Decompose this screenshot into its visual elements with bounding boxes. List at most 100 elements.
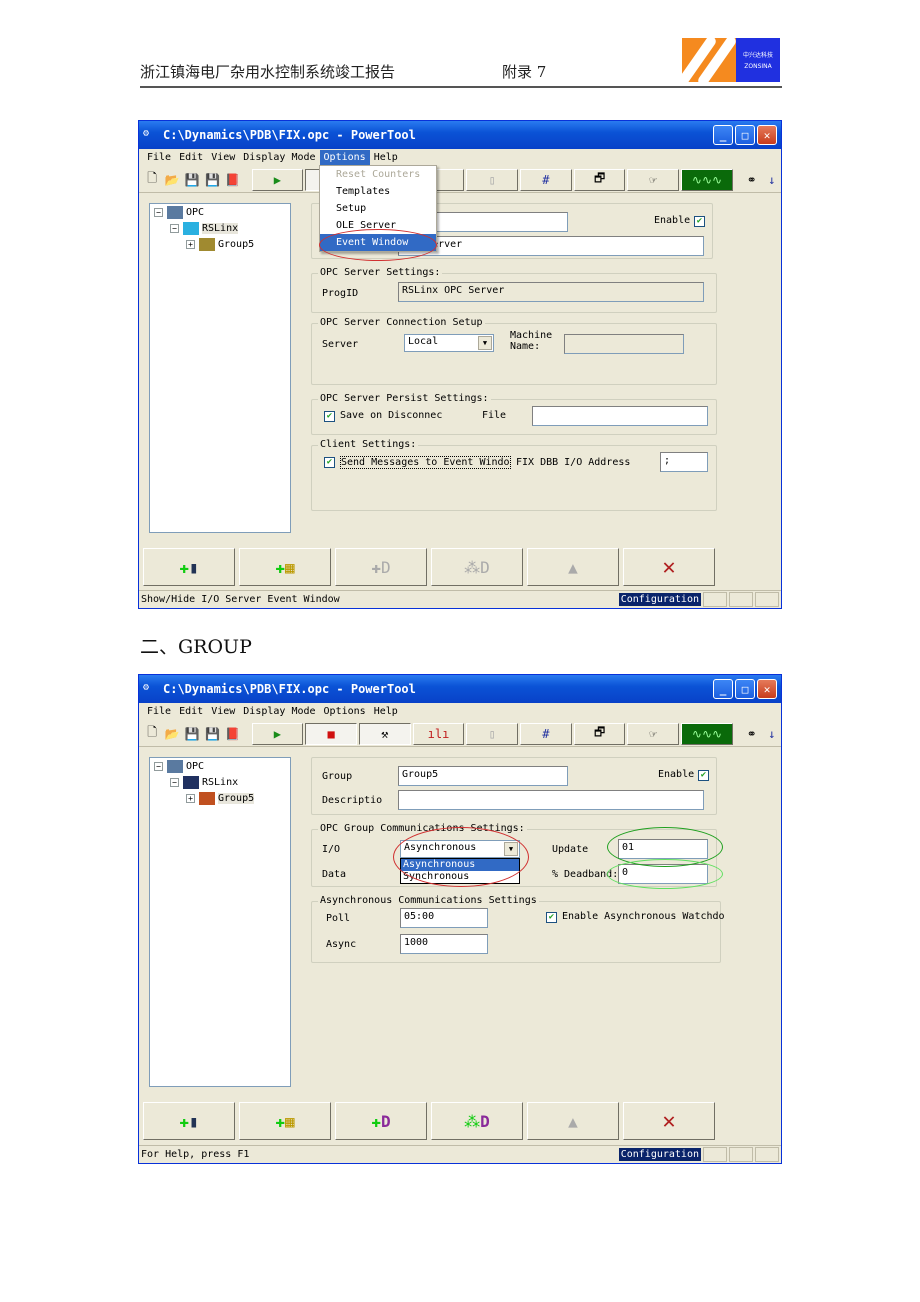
- menu-item-setup[interactable]: Setup: [320, 200, 436, 217]
- add-datablock-button-disabled[interactable]: ✚D: [335, 548, 427, 586]
- save-icon[interactable]: 💾: [183, 724, 201, 744]
- network-button[interactable]: #: [520, 722, 572, 745]
- menu-help[interactable]: Help: [370, 704, 402, 720]
- update-rate-input[interactable]: 01: [618, 839, 708, 859]
- tree-node-group5[interactable]: + Group5: [150, 790, 290, 806]
- add-multiple-datablocks-button[interactable]: ⁂ D: [431, 1102, 523, 1140]
- menu-item-ole-server[interactable]: OLE Server: [320, 217, 436, 234]
- properties-disabled-button[interactable]: ▯: [466, 722, 519, 745]
- add-server-button[interactable]: ✚ ▮: [143, 1102, 235, 1140]
- appendix-label: 附录 7: [502, 63, 547, 81]
- add-multiple-datablocks-button-disabled[interactable]: ⁂D: [431, 548, 523, 586]
- tree-node-opc[interactable]: − OPC: [150, 758, 290, 774]
- io-mode-select[interactable]: Asynchronous ▼: [400, 840, 520, 858]
- book-icon[interactable]: 📕: [224, 724, 242, 744]
- maximize-button[interactable]: □: [735, 125, 755, 145]
- hand-button[interactable]: ☞: [627, 722, 680, 745]
- tools-button[interactable]: ⚒: [358, 722, 411, 745]
- collapse-icon[interactable]: −: [154, 761, 163, 771]
- disabled-action-button[interactable]: ▲: [527, 548, 619, 586]
- send-messages-checkbox[interactable]: ✔: [324, 457, 335, 468]
- add-server-button[interactable]: ✚ ▮: [143, 548, 235, 586]
- client-settings-group: Client Settings: ✔ Send Messages to Even…: [311, 439, 717, 511]
- close-button[interactable]: ✕: [757, 125, 777, 145]
- menu-item-reset-counters[interactable]: Reset Counters: [320, 166, 436, 183]
- menu-options[interactable]: Options: [320, 704, 370, 720]
- add-group-button[interactable]: ✚ ▦: [239, 548, 331, 586]
- menu-file[interactable]: File: [143, 150, 175, 166]
- menu-edit[interactable]: Edit: [175, 704, 207, 720]
- collapse-icon[interactable]: −: [170, 777, 179, 787]
- open-folder-icon[interactable]: 📂: [163, 170, 181, 190]
- menu-options[interactable]: Options: [319, 150, 370, 166]
- save-as-icon[interactable]: 💾: [203, 724, 221, 744]
- save-on-disconnect-checkbox[interactable]: ✔: [324, 411, 335, 422]
- enable-checkbox[interactable]: ✔: [694, 216, 705, 227]
- server-select[interactable]: Local ▼: [404, 334, 494, 352]
- minimize-button[interactable]: _: [713, 125, 733, 145]
- collapse-icon[interactable]: −: [170, 223, 179, 233]
- stop-button[interactable]: ■: [305, 722, 357, 745]
- start-button[interactable]: ▶: [251, 722, 304, 745]
- maximize-button[interactable]: □: [735, 679, 755, 699]
- description-input[interactable]: [398, 790, 704, 810]
- tree-node-rslinx[interactable]: − RSLinx: [150, 220, 290, 236]
- signal-button[interactable]: ∿∿∿: [681, 168, 733, 191]
- tree-node-rslinx[interactable]: − RSLinx: [150, 774, 290, 790]
- menu-file[interactable]: File: [143, 704, 175, 720]
- tree-node-group5[interactable]: + Group5: [150, 236, 290, 252]
- deadband-input[interactable]: 0: [618, 864, 708, 884]
- add-datablock-button[interactable]: ✚ D: [335, 1102, 427, 1140]
- sort-icon[interactable]: ↓: [763, 170, 781, 190]
- enable-checkbox[interactable]: ✔: [698, 770, 709, 781]
- option-asynchronous[interactable]: Asynchronous: [401, 859, 519, 871]
- minimize-button[interactable]: _: [713, 679, 733, 699]
- expand-icon[interactable]: +: [186, 239, 195, 249]
- sort-icon[interactable]: ↓: [763, 724, 781, 744]
- option-synchronous[interactable]: Synchronous: [401, 871, 519, 883]
- delete-button[interactable]: ✕: [623, 1102, 715, 1140]
- add-group-button[interactable]: ✚ ▦: [239, 1102, 331, 1140]
- description-input[interactable]: OPC Server: [398, 236, 704, 256]
- menu-item-event-window[interactable]: Event Window: [320, 234, 436, 251]
- menu-edit[interactable]: Edit: [175, 150, 207, 166]
- stats-button[interactable]: ılı: [412, 722, 465, 745]
- new-file-icon[interactable]: 🗋: [143, 724, 161, 744]
- powertool-window-group: ⚙ C:\Dynamics\PDB\FIX.opc - PowerTool _ …: [138, 674, 782, 1164]
- hand-button[interactable]: ☞: [627, 168, 680, 191]
- network-button[interactable]: #: [520, 168, 572, 191]
- book-icon[interactable]: 📕: [224, 170, 242, 190]
- config-button[interactable]: 🗗: [573, 168, 626, 191]
- find-binoculars-icon[interactable]: ⚭: [743, 724, 761, 744]
- menu-item-templates[interactable]: Templates: [320, 183, 436, 200]
- poll-input[interactable]: 05:00: [400, 908, 488, 928]
- file-input[interactable]: [532, 406, 708, 426]
- tree-node-opc[interactable]: − OPC: [150, 204, 290, 220]
- menu-help[interactable]: Help: [370, 150, 402, 166]
- async-input[interactable]: 1000: [400, 934, 488, 954]
- group-name-input[interactable]: Group5: [398, 766, 568, 786]
- open-folder-icon[interactable]: 📂: [163, 724, 181, 744]
- save-icon[interactable]: 💾: [183, 170, 201, 190]
- save-as-icon[interactable]: 💾: [203, 170, 221, 190]
- config-button[interactable]: 🗗: [573, 722, 626, 745]
- watchdog-checkbox[interactable]: ✔: [546, 912, 557, 923]
- menu-display-mode[interactable]: Display Mode: [239, 150, 319, 166]
- delete-button[interactable]: ✕: [623, 548, 715, 586]
- collapse-icon[interactable]: −: [154, 207, 163, 217]
- menu-display-mode[interactable]: Display Mode: [239, 704, 319, 720]
- find-binoculars-icon[interactable]: ⚭: [743, 170, 761, 190]
- address-input[interactable]: ;: [660, 452, 708, 472]
- close-button[interactable]: ✕: [757, 679, 777, 699]
- menu-view[interactable]: View: [207, 150, 239, 166]
- properties-disabled-button[interactable]: ▯: [466, 168, 519, 191]
- new-file-icon[interactable]: 🗋: [143, 170, 161, 190]
- expand-icon[interactable]: +: [186, 793, 195, 803]
- machine-name-field[interactable]: [564, 334, 684, 354]
- disabled-action-button[interactable]: ▲: [527, 1102, 619, 1140]
- menu-view[interactable]: View: [207, 704, 239, 720]
- dropdown-arrow-icon[interactable]: ▼: [478, 336, 492, 350]
- signal-button[interactable]: ∿∿∿: [681, 722, 733, 745]
- dropdown-arrow-icon[interactable]: ▼: [504, 842, 518, 856]
- start-button[interactable]: ▶: [251, 168, 304, 191]
